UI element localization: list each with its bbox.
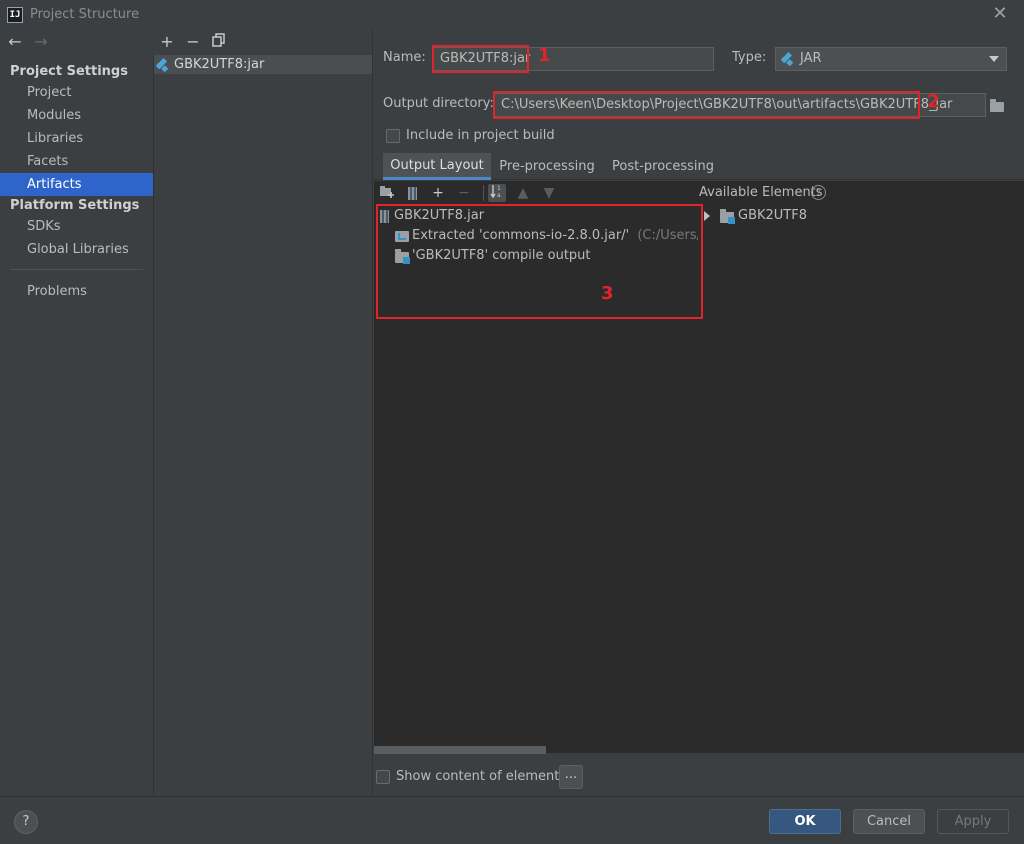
- sidebar-item-sdks[interactable]: SDKs: [0, 215, 153, 238]
- artifact-list-item[interactable]: GBK2UTF8:jar: [154, 55, 372, 74]
- add-artifact-icon[interactable]: +: [158, 33, 176, 51]
- annotation-number-1: 1: [538, 45, 551, 66]
- include-in-build-checkbox[interactable]: [386, 129, 400, 143]
- copy-artifact-icon[interactable]: [210, 33, 228, 51]
- add-element-icon[interactable]: +: [429, 184, 447, 202]
- tab-pre-processing[interactable]: Pre-processing: [494, 153, 600, 180]
- annotation-box-1: [432, 45, 529, 73]
- artifact-list-panel: [154, 30, 373, 796]
- name-label: Name:: [383, 50, 426, 65]
- include-in-build-label: Include in project build: [406, 128, 555, 143]
- sidebar-item-artifacts[interactable]: Artifacts: [0, 173, 153, 196]
- sidebar-item-modules[interactable]: Modules: [0, 104, 153, 127]
- apply-button[interactable]: Apply: [937, 809, 1009, 834]
- window-title: Project Structure: [30, 7, 140, 22]
- show-content-checkbox[interactable]: [376, 770, 390, 784]
- sidebar-item-facets[interactable]: Facets: [0, 150, 153, 173]
- jar-artifact-icon: [158, 59, 170, 71]
- jar-type-icon: [783, 53, 795, 65]
- show-content-label: Show content of elements: [396, 769, 567, 784]
- folder-icon: [990, 99, 1004, 112]
- browse-folder-button[interactable]: [986, 94, 1008, 118]
- remove-artifact-icon[interactable]: −: [184, 33, 202, 51]
- project-settings-header: Project Settings: [10, 64, 128, 79]
- help-question-icon[interactable]: ?: [811, 185, 826, 200]
- sort-elements-icon[interactable]: 1a: [488, 184, 506, 202]
- sidebar-divider: [10, 269, 143, 270]
- create-directory-icon[interactable]: [378, 184, 396, 202]
- close-window-icon[interactable]: ✕: [990, 3, 1010, 25]
- chevron-down-icon[interactable]: [989, 56, 999, 62]
- annotation-box-3: [376, 204, 703, 319]
- available-item-module[interactable]: GBK2UTF8: [720, 206, 807, 226]
- sidebar-item-global-libraries[interactable]: Global Libraries: [0, 238, 153, 261]
- sidebar-item-project[interactable]: Project: [0, 81, 153, 104]
- cancel-button[interactable]: Cancel: [853, 809, 925, 834]
- back-arrow-icon[interactable]: ←: [5, 33, 25, 51]
- annotation-number-2: 2: [927, 91, 940, 112]
- annotation-number-3: 3: [601, 283, 614, 304]
- artifact-item-label: GBK2UTF8:jar: [174, 57, 265, 72]
- settings-sidebar: Project Settings Project Modules Librari…: [0, 56, 154, 796]
- svg-text:a: a: [497, 192, 501, 198]
- ok-button[interactable]: OK: [769, 809, 841, 834]
- title-bar: [0, 0, 1024, 30]
- available-elements-label: Available Elements: [699, 185, 823, 200]
- more-options-button[interactable]: ...: [559, 765, 583, 789]
- help-button[interactable]: ?: [14, 810, 38, 834]
- type-select[interactable]: JAR: [775, 47, 1007, 71]
- move-down-icon[interactable]: ▼: [540, 184, 558, 202]
- type-select-value: JAR: [800, 51, 822, 66]
- create-archive-icon[interactable]: [403, 184, 421, 202]
- platform-settings-header: Platform Settings: [10, 198, 140, 213]
- sidebar-item-problems[interactable]: Problems: [0, 280, 153, 303]
- module-icon: [720, 209, 735, 224]
- expand-arrow-icon[interactable]: [704, 211, 710, 221]
- move-up-icon[interactable]: ▲: [514, 184, 532, 202]
- sidebar-item-libraries[interactable]: Libraries: [0, 127, 153, 150]
- horizontal-scrollbar[interactable]: [374, 746, 546, 754]
- tab-output-layout[interactable]: Output Layout: [383, 153, 491, 180]
- annotation-box-2: [493, 91, 920, 119]
- intellij-app-icon: IJ: [7, 7, 23, 23]
- remove-element-icon[interactable]: −: [455, 184, 473, 202]
- svg-text:1: 1: [497, 185, 501, 192]
- tab-post-processing[interactable]: Post-processing: [606, 153, 720, 180]
- output-directory-label: Output directory:: [383, 96, 494, 111]
- forward-arrow-icon[interactable]: →: [31, 33, 51, 51]
- toolbar-divider: [483, 185, 484, 201]
- type-label: Type:: [732, 50, 767, 65]
